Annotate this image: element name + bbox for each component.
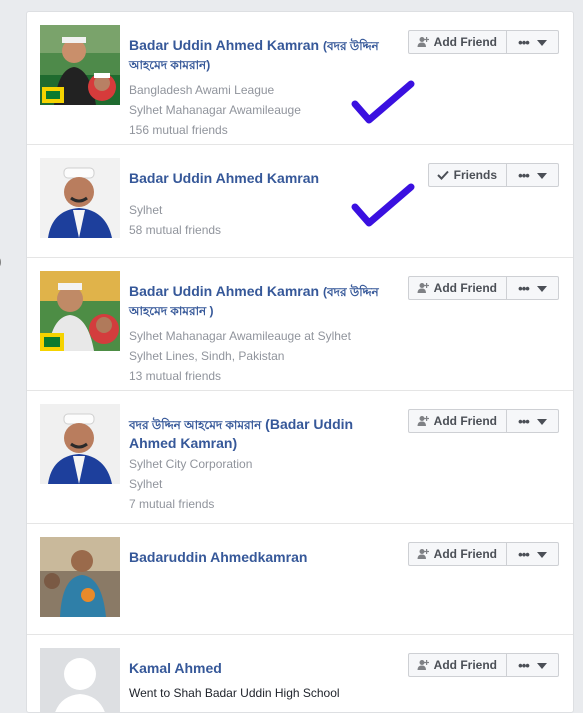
name-bangla: বদর উদ্দিন আহমেদ কামরান — [129, 418, 262, 432]
more-dots-icon: ••• — [518, 34, 530, 50]
add-person-icon — [417, 282, 429, 294]
name-latin: Badar Uddin Ahmed Kamran — [129, 37, 320, 53]
mutual-friends: 7 mutual friends — [129, 497, 215, 511]
more-dots-icon: ••• — [518, 546, 530, 562]
friends-button[interactable]: Friends — [427, 163, 507, 187]
result-row: Badar Uddin Ahmed Kamran (বদর উদ্দিন আহম… — [27, 258, 573, 391]
edge-glyph: ) — [0, 256, 2, 268]
add-friend-button[interactable]: Add Friend — [407, 653, 507, 677]
avatar[interactable] — [40, 537, 120, 617]
result-row: Badaruddin Ahmedkamran Add Friend ••• — [27, 524, 573, 635]
chevron-down-icon — [536, 547, 547, 561]
more-dots-icon: ••• — [518, 167, 530, 183]
result-row: Badar Uddin Ahmed Kamran (বদর উদ্দিন আহম… — [27, 12, 573, 145]
chevron-down-icon — [536, 35, 547, 49]
more-options-button[interactable]: ••• — [507, 409, 559, 433]
chevron-down-icon — [536, 658, 547, 672]
result-detail: Sylhet Mahanagar Awamileauge at Sylhet — [129, 329, 351, 343]
result-row: বদর উদ্দিন আহমেদ কামরান (Badar Uddin Ahm… — [27, 391, 573, 524]
add-friend-label: Add Friend — [433, 281, 497, 295]
result-name[interactable]: বদর উদ্দিন আহমেদ কামরান (Badar Uddin Ahm… — [129, 415, 394, 452]
avatar[interactable] — [40, 648, 120, 712]
avatar[interactable] — [40, 25, 120, 105]
more-options-button[interactable]: ••• — [507, 163, 559, 187]
add-friend-label: Add Friend — [433, 35, 497, 49]
add-person-icon — [417, 548, 429, 560]
result-detail: Sylhet Lines, Sindh, Pakistan — [129, 349, 285, 363]
result-name[interactable]: Badaruddin Ahmedkamran — [129, 548, 394, 566]
add-friend-button[interactable]: Add Friend — [407, 276, 507, 300]
avatar[interactable] — [40, 404, 120, 484]
result-row: Kamal Ahmed Went to Shah Badar Uddin Hig… — [27, 635, 573, 712]
name-latin: Badaruddin Ahmedkamran — [129, 549, 308, 565]
mutual-friends: 13 mutual friends — [129, 369, 222, 383]
more-options-button[interactable]: ••• — [507, 653, 559, 677]
more-options-button[interactable]: ••• — [507, 276, 559, 300]
chevron-down-icon — [536, 281, 547, 295]
more-dots-icon: ••• — [518, 657, 530, 673]
name-latin: Badar Uddin Ahmed Kamran — [129, 283, 320, 299]
more-options-button[interactable]: ••• — [507, 542, 559, 566]
result-detail: Sylhet — [129, 477, 163, 491]
add-person-icon — [417, 415, 429, 427]
checkmark-icon — [436, 170, 449, 180]
result-detail: Went to Shah Badar Uddin High School — [129, 686, 340, 700]
add-friend-button[interactable]: Add Friend — [407, 30, 507, 54]
avatar[interactable] — [40, 271, 120, 351]
search-results-card: Badar Uddin Ahmed Kamran (বদর উদ্দিন আহম… — [26, 11, 574, 713]
add-friend-button[interactable]: Add Friend — [407, 409, 507, 433]
add-person-icon — [417, 659, 429, 671]
more-dots-icon: ••• — [518, 413, 530, 429]
check-mark-icon — [351, 183, 415, 227]
add-friend-label: Add Friend — [433, 547, 497, 561]
name-latin: Badar Uddin Ahmed Kamran — [129, 170, 320, 186]
result-detail: Sylhet City Corporation — [129, 457, 253, 471]
friends-label: Friends — [453, 168, 497, 182]
result-name[interactable]: Badar Uddin Ahmed Kamran (বদর উদ্দিন আহম… — [129, 36, 394, 74]
add-person-icon — [417, 36, 429, 48]
chevron-down-icon — [536, 414, 547, 428]
result-row: Badar Uddin Ahmed Kamran Sylhet 58 mutua… — [27, 145, 573, 258]
add-friend-button[interactable]: Add Friend — [407, 542, 507, 566]
result-name[interactable]: Badar Uddin Ahmed Kamran (বদর উদ্দিন আহম… — [129, 282, 394, 320]
more-options-button[interactable]: ••• — [507, 30, 559, 54]
name-latin: Kamal Ahmed — [129, 660, 222, 676]
check-mark-icon — [351, 80, 415, 124]
add-friend-label: Add Friend — [433, 414, 497, 428]
more-dots-icon: ••• — [518, 280, 530, 296]
add-friend-label: Add Friend — [433, 658, 497, 672]
avatar[interactable] — [40, 158, 120, 238]
chevron-down-icon — [536, 168, 547, 182]
result-name[interactable]: Kamal Ahmed — [129, 659, 394, 677]
